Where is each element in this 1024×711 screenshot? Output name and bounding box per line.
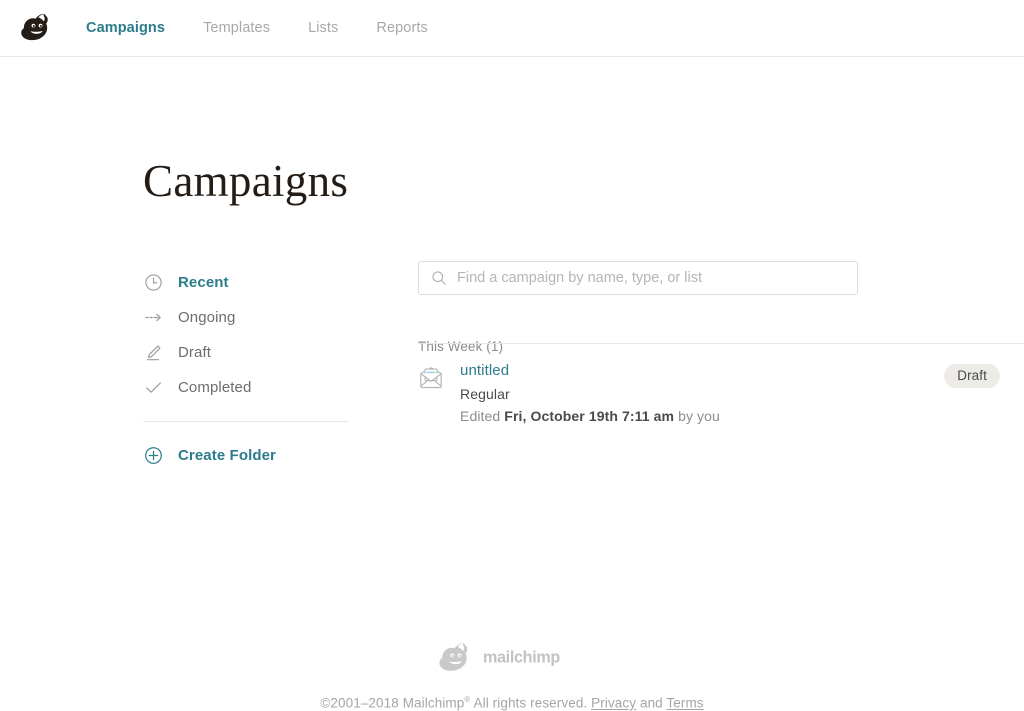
footer-logo: mailchimp bbox=[0, 635, 1024, 681]
table-row[interactable]: untitled Regular Edited Fri, October 19t… bbox=[418, 362, 1024, 424]
sidebar-item-completed[interactable]: Completed bbox=[143, 370, 349, 405]
svg-text:mailchimp: mailchimp bbox=[483, 648, 560, 666]
search-input[interactable] bbox=[457, 267, 857, 289]
main-nav-links: Campaigns Templates Lists Reports bbox=[86, 20, 466, 36]
plus-circle-icon bbox=[143, 446, 163, 466]
dashed-arrow-icon bbox=[143, 308, 163, 328]
clock-icon bbox=[143, 273, 163, 293]
sidebar-item-ongoing[interactable]: Ongoing bbox=[143, 300, 349, 335]
sidebar-item-draft[interactable]: Draft bbox=[143, 335, 349, 370]
check-icon bbox=[143, 378, 163, 398]
sidebar-item-label-draft: Draft bbox=[178, 344, 212, 361]
sidebar-item-label-recent: Recent bbox=[178, 274, 229, 291]
and-label: and bbox=[636, 695, 667, 711]
edited-date: Fri, October 19th 7:11 am bbox=[504, 408, 675, 424]
campaign-edited-meta: Edited Fri, October 19th 7:11 am by you bbox=[460, 408, 944, 424]
list-section-label: This Week (1) bbox=[418, 339, 504, 354]
nav-item-templates[interactable]: Templates bbox=[203, 20, 270, 36]
list-top-divider bbox=[418, 343, 1024, 344]
nav-item-reports[interactable]: Reports bbox=[376, 20, 427, 36]
campaign-info: untitled Regular Edited Fri, October 19t… bbox=[460, 362, 944, 424]
sidebar-item-recent[interactable]: Recent bbox=[143, 265, 349, 300]
campaign-filter-sidebar: Recent Ongoing Draft Completed Create Fo… bbox=[143, 265, 349, 473]
nav-item-campaigns[interactable]: Campaigns bbox=[86, 20, 165, 36]
edited-prefix: Edited bbox=[460, 408, 505, 424]
campaign-list-panel: This Week (1) bbox=[418, 261, 858, 354]
email-envelope-icon bbox=[418, 365, 444, 391]
sidebar-item-label-ongoing: Ongoing bbox=[178, 309, 236, 326]
edited-suffix: by you bbox=[674, 408, 720, 424]
create-folder-label: Create Folder bbox=[178, 447, 276, 464]
nav-item-lists[interactable]: Lists bbox=[308, 20, 338, 36]
status-badge: Draft bbox=[944, 364, 1000, 388]
copyright-middle: All rights reserved. bbox=[470, 695, 592, 711]
privacy-link[interactable]: Privacy bbox=[591, 696, 636, 711]
mailchimp-freddie-logo-grey bbox=[436, 638, 476, 678]
create-folder-button[interactable]: Create Folder bbox=[143, 438, 349, 473]
sidebar-item-label-completed: Completed bbox=[178, 379, 252, 396]
terms-link[interactable]: Terms bbox=[666, 696, 703, 711]
search-box[interactable] bbox=[418, 261, 858, 295]
mailchimp-freddie-logo[interactable] bbox=[18, 9, 56, 47]
mailchimp-wordmark: mailchimp bbox=[483, 647, 588, 669]
search-icon bbox=[431, 270, 447, 286]
page-title: Campaigns bbox=[143, 156, 349, 206]
pencil-icon bbox=[143, 343, 163, 363]
campaign-name-link[interactable]: untitled bbox=[460, 362, 509, 379]
sidebar-divider bbox=[143, 421, 349, 422]
copyright-prefix: ©2001–2018 Mailchimp bbox=[320, 695, 465, 711]
campaign-type: Regular bbox=[460, 386, 510, 402]
footer-copyright: ©2001–2018 Mailchimp® All rights reserve… bbox=[0, 695, 1024, 711]
page-footer: mailchimp ©2001–2018 Mailchimp® All righ… bbox=[0, 635, 1024, 711]
top-navigation-bar: Campaigns Templates Lists Reports bbox=[0, 0, 1024, 57]
